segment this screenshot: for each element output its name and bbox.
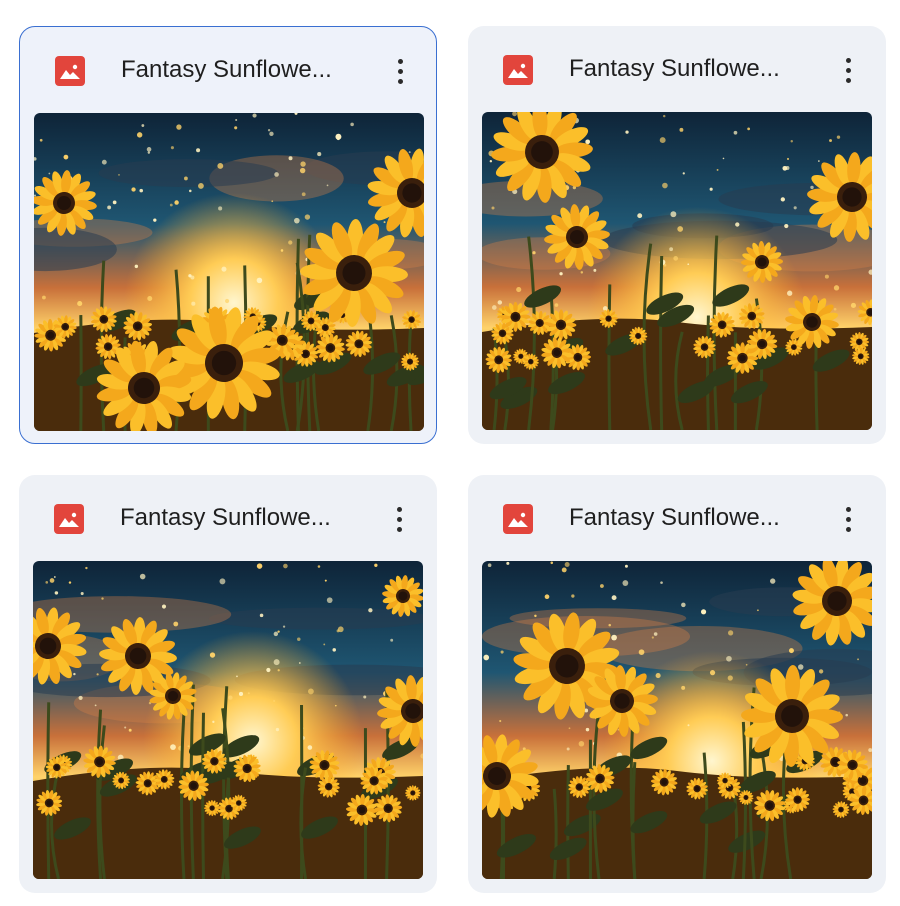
image-file-icon	[54, 504, 84, 534]
image-file-icon	[55, 56, 85, 86]
file-thumbnail[interactable]	[482, 561, 872, 879]
more-options-button[interactable]	[833, 50, 863, 90]
file-card[interactable]: Fantasy Sunflowe...	[468, 475, 886, 893]
image-file-icon	[503, 504, 533, 534]
image-file-icon	[503, 55, 533, 85]
file-title[interactable]: Fantasy Sunflowe...	[121, 55, 361, 85]
file-title[interactable]: Fantasy Sunflowe...	[120, 503, 360, 533]
sunflower-field-image	[482, 561, 872, 879]
file-card[interactable]: Fantasy Sunflowe...	[19, 475, 437, 893]
sunflower-field-image	[33, 561, 423, 879]
file-thumbnail[interactable]	[34, 113, 424, 431]
sunflower-field-image	[482, 112, 872, 430]
file-title[interactable]: Fantasy Sunflowe...	[569, 503, 809, 533]
file-thumbnail[interactable]	[482, 112, 872, 430]
file-card-header: Fantasy Sunflowe...	[468, 475, 886, 561]
file-thumbnail[interactable]	[33, 561, 423, 879]
more-options-button[interactable]	[385, 51, 415, 91]
file-card[interactable]: Fantasy Sunflowe...	[19, 26, 437, 444]
more-options-button[interactable]	[384, 499, 414, 539]
file-card-header: Fantasy Sunflowe...	[19, 475, 437, 561]
file-card-header: Fantasy Sunflowe...	[468, 26, 886, 112]
more-options-button[interactable]	[833, 499, 863, 539]
sunflower-field-image	[34, 113, 424, 431]
file-card-header: Fantasy Sunflowe...	[20, 27, 436, 113]
file-card[interactable]: Fantasy Sunflowe...	[468, 26, 886, 444]
file-title[interactable]: Fantasy Sunflowe...	[569, 54, 809, 84]
